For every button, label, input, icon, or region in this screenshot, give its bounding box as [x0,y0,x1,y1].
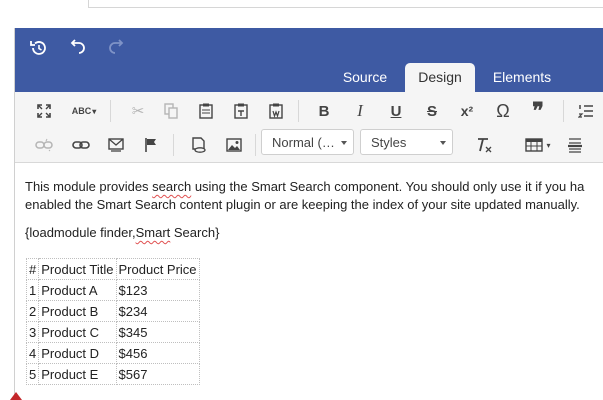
paste-word-icon[interactable] [265,100,287,122]
table-row: 3 Product C $345 [25,321,200,343]
table-cell[interactable]: Product C [38,321,117,343]
table-cell[interactable]: $345 [115,321,200,343]
format-select[interactable]: Normal (… [261,129,354,155]
column-header: # [25,258,40,280]
maximize-icon[interactable] [33,100,55,122]
special-char-button[interactable]: Ω [492,100,514,122]
chevron-down-icon [341,141,347,145]
table-cell[interactable]: Product B [38,300,117,322]
text-segment: This module provides [25,179,153,194]
chevron-down-icon [440,141,446,145]
title-field-edge[interactable] [88,0,603,8]
table-cell[interactable]: 2 [25,300,40,322]
blockquote-button[interactable]: ❞ [527,98,549,123]
spellcheck-icon[interactable]: ABC ▾ [70,100,98,122]
toolbar-separator [173,134,174,156]
tab-elements[interactable]: Elements [485,63,559,92]
bold-button[interactable]: B [313,100,335,122]
styles-select[interactable]: Styles [360,129,453,155]
remove-format-icon[interactable] [473,134,495,156]
toolbar-separator [298,100,299,122]
tab-source[interactable]: Source [333,63,397,92]
table-cell[interactable]: Product E [38,363,117,385]
italic-button[interactable]: I [349,100,371,122]
table-cell[interactable]: $456 [115,342,200,364]
styles-select-value: Styles [371,135,407,150]
tab-design[interactable]: Design [405,63,475,92]
table-cell[interactable]: 5 [25,363,40,385]
format-select-value: Normal (… [272,135,335,150]
table-header-row: # Product Title Product Price [25,258,200,280]
column-header: Product Title [38,258,117,280]
table-row: 2 Product B $234 [25,300,200,322]
table-row: 1 Product A $123 [25,279,200,301]
editor: Source Design Elements ABC ▾ ✂ B I U S x²… [14,28,603,400]
table-row: 4 Product D $456 [25,342,200,364]
superscript-button[interactable]: x² [456,100,478,122]
horizontal-rule-icon[interactable] [564,134,586,156]
email-icon[interactable] [105,134,127,156]
products-table[interactable]: # Product Title Product Price 1 Product … [25,258,200,385]
paragraph-1: This module provides search using the Sm… [25,178,603,196]
copy-icon[interactable] [160,100,182,122]
table-cell[interactable]: Product D [38,342,117,364]
misspelled-word[interactable]: search [152,179,191,194]
numbered-list-icon[interactable] [575,100,597,122]
editor-header: Source Design Elements [15,28,603,92]
cut-icon[interactable]: ✂ [127,100,149,122]
link-icon[interactable] [70,134,92,156]
text-segment: using the Smart Search component. You sh… [191,179,585,194]
paste-icon[interactable] [195,100,217,122]
table-cell[interactable]: $234 [115,300,200,322]
table-icon[interactable]: ▾ [523,134,553,156]
text-segment: {loadmodule finder, [25,225,136,240]
toolbar-separator [255,134,256,156]
read-more-icon[interactable] [188,134,210,156]
loadmodule-tag: {loadmodule finder,Smart Search} [25,224,603,242]
anchor-flag-icon[interactable] [140,134,162,156]
underline-button[interactable]: U [385,100,407,122]
history-icon[interactable] [27,36,51,60]
toolbar-separator [110,100,111,122]
strikethrough-button[interactable]: S [421,100,443,122]
image-icon[interactable] [223,134,245,156]
corner-marker [10,392,22,400]
toolbar-separator [563,100,564,122]
spellcheck-label: ABC [71,106,92,116]
text-segment: Search} [170,225,220,240]
top-strip [0,0,603,27]
table-cell[interactable]: Product A [38,279,117,301]
paragraph-1-line-2: enabled the Smart Search content plugin … [25,197,580,212]
table-cell[interactable]: $567 [115,363,200,385]
table-cell[interactable]: 1 [25,279,40,301]
redo-icon[interactable] [105,36,129,60]
editor-toolbar: ABC ▾ ✂ B I U S x² Ω ❞ Normal (… Styles … [15,92,603,163]
table-cell[interactable]: $123 [115,279,200,301]
paste-text-icon[interactable] [230,100,252,122]
table-cell[interactable]: 4 [25,342,40,364]
unlink-icon[interactable] [33,134,55,156]
misspelled-word[interactable]: Smart [136,225,171,240]
table-row: 5 Product E $567 [25,363,200,385]
table-cell[interactable]: 3 [25,321,40,343]
column-header: Product Price [115,258,200,280]
undo-icon[interactable] [65,36,89,60]
